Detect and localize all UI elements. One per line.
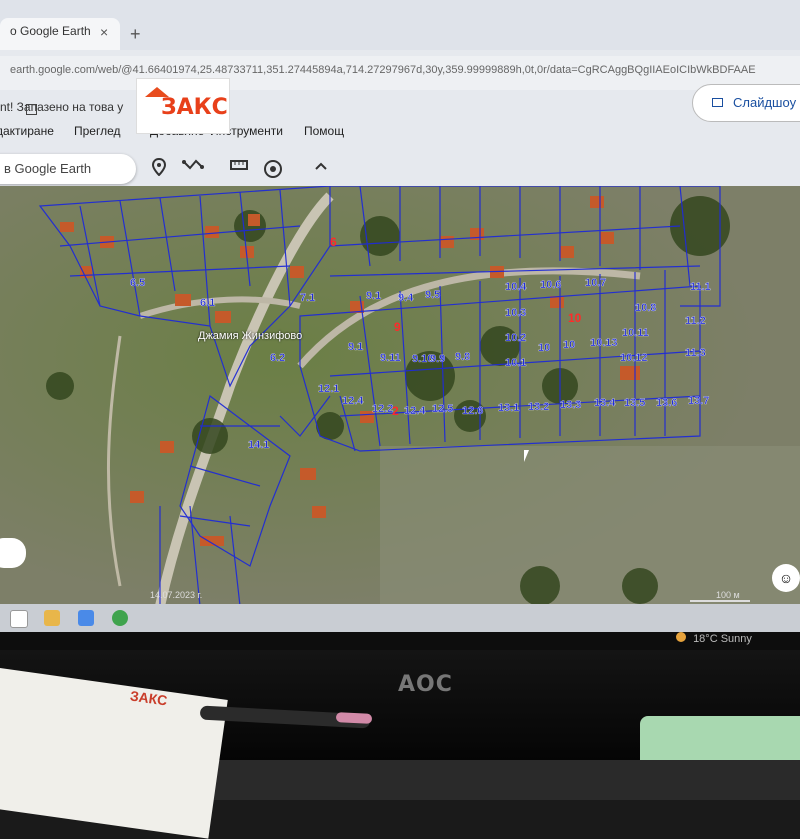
svg-text:10.8: 10.8 [635, 302, 656, 314]
svg-text:13.7: 13.7 [688, 395, 709, 407]
browser-tab-bar: o Google Earth × + [0, 0, 800, 50]
svg-text:12.5: 12.5 [432, 403, 453, 415]
svg-text:10.1: 10.1 [505, 357, 526, 369]
svg-text:6: 6 [330, 235, 337, 249]
svg-text:6.1: 6.1 [200, 297, 215, 309]
store-icon[interactable] [78, 610, 94, 626]
menu-bar: дактиране Преглед Добавяне Инструменти П… [0, 122, 800, 144]
svg-text:10.3: 10.3 [505, 307, 526, 319]
svg-text:13.3: 13.3 [560, 399, 581, 411]
svg-text:10: 10 [538, 342, 550, 354]
logo-text: ЗАКС [161, 95, 228, 120]
svg-text:9: 9 [394, 320, 401, 334]
svg-text:13.1: 13.1 [498, 402, 519, 414]
svg-text:13.5: 13.5 [624, 397, 645, 409]
scale-bar [690, 600, 750, 602]
svg-text:13.6: 13.6 [656, 397, 677, 409]
chevron-up-icon[interactable] [314, 158, 328, 176]
svg-text:12.4: 12.4 [342, 395, 364, 407]
ruler-icon[interactable] [230, 158, 248, 176]
save-icon [26, 104, 37, 115]
svg-text:10.4: 10.4 [505, 281, 527, 293]
svg-text:9.9: 9.9 [430, 353, 445, 365]
slideshow-icon [712, 98, 723, 107]
svg-text:11.2: 11.2 [685, 315, 706, 327]
pen-tip [335, 712, 373, 724]
svg-text:10.11: 10.11 [622, 327, 649, 339]
url-text[interactable]: earth.google.com/web/@41.66401974,25.487… [10, 64, 756, 76]
sun-icon [676, 632, 686, 642]
earth-toolbar: в Google Earth [0, 148, 800, 188]
search-input[interactable]: в Google Earth [0, 154, 136, 184]
address-bar[interactable]: earth.google.com/web/@41.66401974,25.487… [0, 56, 800, 90]
folder-icon[interactable] [44, 610, 60, 626]
search-placeholder: в Google Earth [4, 161, 92, 176]
os-taskbar [0, 604, 800, 632]
slideshow-label: Слайдшоу [733, 95, 797, 110]
svg-text:9.5: 9.5 [425, 289, 440, 301]
svg-text:2: 2 [392, 404, 399, 418]
svg-text:10.2: 10.2 [505, 332, 526, 344]
svg-text:10: 10 [568, 311, 582, 325]
menu-item-edit[interactable]: дактиране [0, 124, 54, 138]
svg-text:10: 10 [563, 339, 575, 351]
imagery-date: 14.07.2023 г. [150, 590, 203, 600]
svg-text:6.5: 6.5 [130, 277, 145, 289]
mosque-place-label[interactable]: Джамия Жинзифово [198, 330, 302, 342]
monitor-brand: AOC [398, 672, 453, 697]
svg-text:13.2: 13.2 [528, 401, 549, 413]
path-icon[interactable] [182, 158, 204, 177]
monitor-screen: o Google Earth × + earth.google.com/web/… [0, 0, 800, 632]
svg-text:12.2: 12.2 [372, 403, 393, 415]
svg-text:12.6: 12.6 [462, 405, 483, 417]
pin-icon[interactable] [151, 157, 167, 181]
chrome-icon[interactable] [112, 610, 128, 626]
svg-text:10.13: 10.13 [590, 337, 618, 349]
svg-text:7.1: 7.1 [300, 292, 315, 304]
svg-text:13.4: 13.4 [594, 397, 616, 409]
svg-text:9.11: 9.11 [380, 352, 401, 364]
zaks-logo: ЗАКС [136, 78, 230, 134]
svg-text:9.1: 9.1 [366, 290, 381, 302]
compass-control[interactable] [0, 538, 26, 568]
menu-item-view[interactable]: Преглед [74, 124, 121, 138]
slideshow-button[interactable]: Слайдшоу [692, 84, 800, 122]
svg-text:10.6: 10.6 [540, 279, 561, 291]
menu-item-help[interactable]: Помощ [304, 124, 344, 138]
mouse-cursor [524, 450, 529, 462]
svg-text:9.1: 9.1 [348, 341, 363, 353]
weather-text: 18°C Sunny [693, 633, 752, 645]
tab-title: o Google Earth [10, 24, 91, 38]
new-tab-button[interactable]: + [130, 24, 141, 45]
field [380, 446, 800, 606]
scale-label: 100 м [716, 590, 740, 600]
history-icon[interactable] [262, 158, 284, 185]
map-canvas[interactable]: 6.1 7.1 9.1 9.4 9.5 10.4 10.6 10.7 10.8 11.1 11… [0, 186, 800, 606]
close-icon[interactable]: × [100, 24, 108, 40]
svg-text:11.1: 11.1 [690, 281, 711, 293]
svg-text:9.8: 9.8 [455, 351, 470, 363]
start-icon[interactable] [10, 610, 28, 628]
svg-text:11.3: 11.3 [685, 347, 706, 359]
saved-notice: nt! Запазено на това у [0, 100, 124, 114]
svg-text:12.4: 12.4 [404, 405, 426, 417]
svg-text:10.12: 10.12 [620, 352, 648, 364]
svg-text:10.7: 10.7 [585, 277, 606, 289]
svg-text:9.4: 9.4 [398, 292, 414, 304]
svg-text:6.2: 6.2 [270, 352, 285, 364]
map-status-bar: 14.07.2023 г. 100 м [0, 586, 800, 606]
svg-text:12.1: 12.1 [318, 383, 339, 395]
svg-text:14.1: 14.1 [248, 439, 269, 451]
satellite-map[interactable]: 6.1 7.1 9.1 9.4 9.5 10.4 10.6 10.7 10.8 11.1 11… [0, 186, 800, 606]
